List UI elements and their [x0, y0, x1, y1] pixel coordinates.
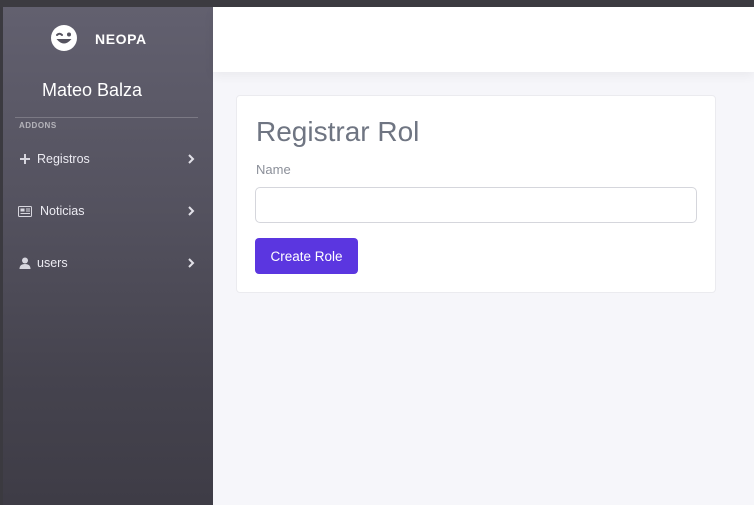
user-name: Mateo Balza [41, 80, 143, 100]
app-window: NEOPA Mateo Balza ADDONS Registros Notic… [0, 0, 754, 505]
newspaper-icon [18, 204, 32, 218]
plus-icon [18, 152, 32, 166]
chevron-right-icon [188, 206, 195, 216]
main-content: Registrar Rol Name Create Role [213, 7, 754, 505]
sidebar-item-users[interactable]: users [3, 248, 213, 278]
sidebar-item-registros[interactable]: Registros [3, 144, 213, 174]
sidebar-item-label: Registros [37, 152, 90, 166]
page-title: Registrar Rol [256, 116, 420, 147]
sidebar: NEOPA Mateo Balza ADDONS Registros Notic… [3, 7, 213, 505]
sidebar-item-noticias[interactable]: Noticias [3, 196, 213, 226]
sidebar-item-label: users [37, 256, 68, 270]
name-input[interactable] [255, 187, 697, 223]
brand-name: NEOPA [95, 31, 147, 47]
chevron-right-icon [188, 258, 195, 268]
register-role-card: Registrar Rol Name Create Role [236, 95, 716, 293]
create-role-button[interactable]: Create Role [255, 238, 358, 274]
name-field-label: Name [256, 162, 291, 177]
user-icon [18, 256, 32, 270]
sidebar-divider [15, 117, 198, 118]
winking-face-icon [51, 25, 77, 51]
sidebar-section-label: ADDONS [19, 121, 57, 130]
chevron-right-icon [188, 154, 195, 164]
brand-link[interactable]: NEOPA [3, 7, 213, 69]
top-navbar [213, 7, 754, 72]
sidebar-item-label: Noticias [40, 204, 85, 218]
window-top-edge [0, 0, 754, 7]
